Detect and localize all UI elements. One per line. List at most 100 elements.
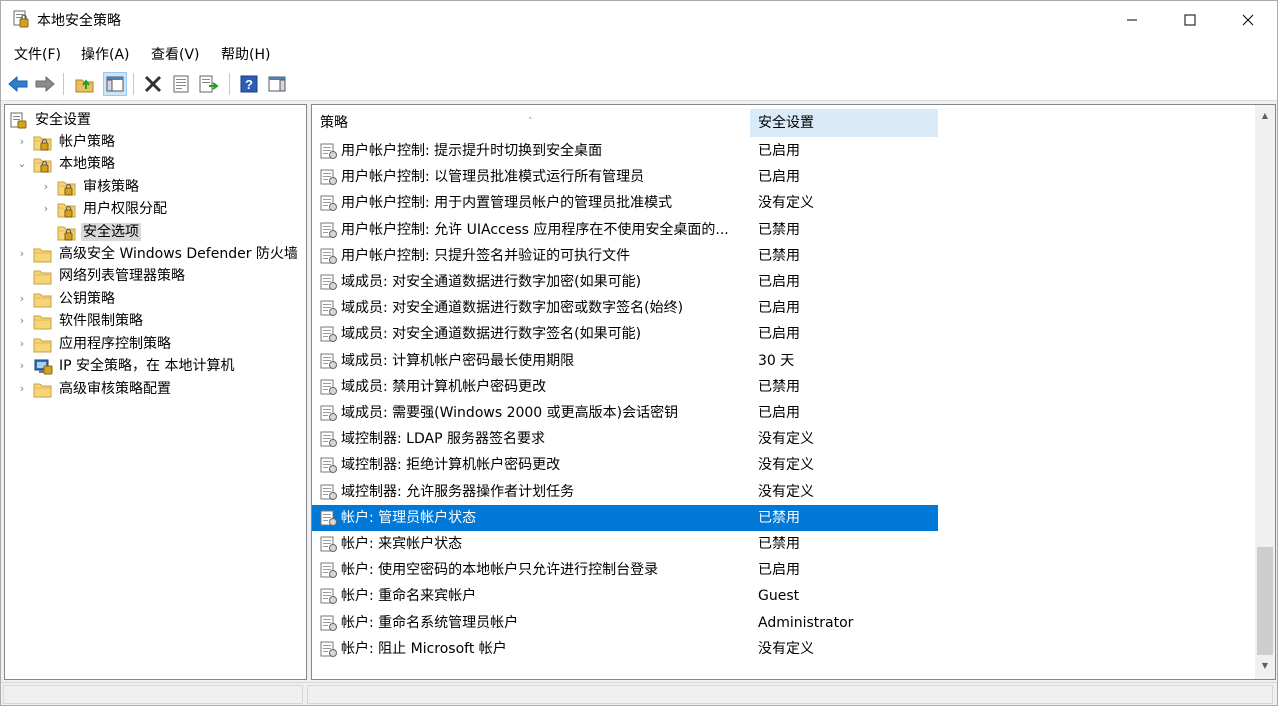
forward-button[interactable] <box>33 72 57 96</box>
locked-folder-icon <box>57 226 76 241</box>
locked-folder-icon <box>33 158 52 173</box>
scroll-up-arrow-icon[interactable]: ▲ <box>1255 107 1275 124</box>
up-one-level-button[interactable] <box>73 72 97 96</box>
policy-row[interactable]: 帐户: 阻止 Microsoft 帐户 没有定义 <box>312 636 938 662</box>
tree-item[interactable]: › 应用程序控制策略 <box>5 333 306 355</box>
console-tree[interactable]: 安全设置 › 帐户策略 ⌄ 本地策略 › 审核策略 › 用户权限分配 安全选项 › 高级安全 Win… <box>4 104 307 680</box>
chevron-right-icon[interactable]: › <box>41 202 51 216</box>
show-action-pane-button[interactable] <box>265 72 289 96</box>
policy-row[interactable]: 帐户: 重命名系统管理员帐户 Administrator <box>312 610 938 636</box>
chevron-right-icon[interactable]: › <box>17 292 27 306</box>
policy-setting-value: 已启用 <box>758 405 800 421</box>
tree-item[interactable]: › IP 安全策略，在 本地计算机 <box>5 355 306 377</box>
tree-item-security-settings[interactable]: 安全设置 <box>5 109 306 131</box>
title-bar[interactable]: 本地安全策略 <box>1 1 1277 39</box>
policy-name: 帐户: 阻止 Microsoft 帐户 <box>341 640 507 657</box>
policy-row[interactable]: 帐户: 管理员帐户状态 已禁用 <box>312 504 938 531</box>
delete-button[interactable] <box>141 72 165 96</box>
show-hide-tree-icon <box>106 76 124 92</box>
policy-row[interactable]: 域成员: 对安全通道数据进行数字加密(如果可能) 已启用 <box>312 269 938 295</box>
policy-row[interactable]: 用户帐户控制: 提示提升时切换到安全桌面 已启用 <box>312 138 938 164</box>
menu-bar: 文件(F) 操作(A) 查看(V) 帮助(H) <box>1 39 1277 67</box>
scrollbar-thumb[interactable] <box>1257 547 1273 655</box>
scroll-down-arrow-icon[interactable]: ▼ <box>1255 657 1275 674</box>
status-bar <box>1 682 1277 705</box>
svg-text:?: ? <box>245 77 253 92</box>
chevron-right-icon[interactable]: › <box>17 382 27 396</box>
show-action-pane-icon <box>268 76 286 92</box>
policy-row[interactable]: 用户帐户控制: 用于内置管理员帐户的管理员批准模式 没有定义 <box>312 190 938 216</box>
chevron-right-icon[interactable]: › <box>17 337 27 351</box>
policy-row[interactable]: 域控制器: 拒绝计算机帐户密码更改 没有定义 <box>312 452 938 478</box>
back-icon <box>8 76 28 92</box>
close-icon <box>1242 14 1254 26</box>
folder-icon <box>33 248 52 263</box>
app-window: 本地安全策略 文件(F) 操作(A) 查看(V) 帮助(H) ? 安全设置 › … <box>0 0 1278 706</box>
tree-item[interactable]: 网络列表管理器策略 <box>5 265 306 287</box>
chevron-right-icon[interactable] <box>17 269 27 283</box>
chevron-right-icon[interactable] <box>41 225 51 239</box>
policy-row[interactable]: 域成员: 计算机帐户密码最长使用期限 30 天 <box>312 348 938 374</box>
policy-row[interactable]: 帐户: 来宾帐户状态 已禁用 <box>312 531 938 557</box>
policy-row[interactable]: 用户帐户控制: 以管理员批准模式运行所有管理员 已启用 <box>312 164 938 190</box>
tree-item[interactable]: › 帐户策略 <box>5 131 306 153</box>
tree-item[interactable]: › 软件限制策略 <box>5 310 306 332</box>
help-button[interactable]: ? <box>237 72 261 96</box>
delete-icon <box>144 75 162 93</box>
column-header-policy[interactable]: 策略 ˄ <box>312 109 750 137</box>
locked-folder-icon <box>57 203 76 218</box>
tree-item[interactable]: › 审核策略 <box>5 176 306 198</box>
chevron-right-icon[interactable]: › <box>17 314 27 328</box>
menu-view[interactable]: 查看(V) <box>151 44 200 64</box>
show-hide-tree-button[interactable] <box>103 72 127 96</box>
tree-item[interactable]: › 高级审核策略配置 <box>5 378 306 400</box>
folder-icon <box>33 338 52 353</box>
policy-name: 帐户: 重命名来宾帐户 <box>341 588 477 605</box>
forward-icon <box>35 76 55 92</box>
chevron-right-icon[interactable]: › <box>17 247 27 261</box>
ip-security-policy-icon <box>34 359 53 375</box>
minimize-button[interactable] <box>1103 1 1161 39</box>
policy-setting-icon <box>320 379 337 395</box>
maximize-button[interactable] <box>1161 1 1219 39</box>
policy-row[interactable]: 域成员: 对安全通道数据进行数字签名(如果可能) 已启用 <box>312 321 938 347</box>
folder-icon <box>33 293 52 308</box>
chevron-right-icon[interactable]: › <box>17 359 27 373</box>
policy-row[interactable]: 帐户: 使用空密码的本地帐户只允许进行控制台登录 已启用 <box>312 557 938 583</box>
close-button[interactable] <box>1219 1 1277 39</box>
policy-setting-icon <box>320 300 337 317</box>
menu-file[interactable]: 文件(F) <box>14 44 61 64</box>
tree-item[interactable]: 安全选项 <box>5 221 306 243</box>
tree-item[interactable]: › 用户权限分配 <box>5 198 306 220</box>
column-header-setting[interactable]: 安全设置 <box>750 109 938 137</box>
policy-row[interactable]: 域成员: 禁用计算机帐户密码更改 已禁用 <box>312 374 938 400</box>
policy-row[interactable]: 域成员: 对安全通道数据进行数字加密或数字签名(始终) 已启用 <box>312 295 938 321</box>
policy-setting-value: 没有定义 <box>758 431 814 448</box>
vertical-scrollbar[interactable]: ▲ ▼ <box>1255 105 1275 679</box>
chevron-right-icon[interactable]: › <box>41 180 51 194</box>
tree-item[interactable]: › 高级安全 Windows Defender 防火墙 <box>5 243 306 265</box>
policy-row[interactable]: 用户帐户控制: 允许 UIAccess 应用程序在不使用安全桌面的... 已禁用 <box>312 217 938 243</box>
policy-name: 域控制器: 拒绝计算机帐户密码更改 <box>341 457 561 474</box>
tree-item-label: 帐户策略 <box>59 134 115 150</box>
policy-setting-value: 已启用 <box>758 274 800 290</box>
policy-setting-icon <box>320 353 337 369</box>
policy-row[interactable]: 域成员: 需要强(Windows 2000 或更高版本)会话密钥 已启用 <box>312 400 938 426</box>
policy-row[interactable]: 用户帐户控制: 只提升签名并验证的可执行文件 已禁用 <box>312 243 938 269</box>
chevron-right-icon[interactable]: › <box>17 135 27 149</box>
folder-icon <box>33 383 52 398</box>
minimize-icon <box>1127 19 1137 21</box>
menu-action[interactable]: 操作(A) <box>81 44 130 64</box>
properties-button[interactable] <box>169 72 193 96</box>
tree-item[interactable]: ⌄ 本地策略 <box>5 153 306 175</box>
back-button[interactable] <box>6 72 30 96</box>
policy-name: 用户帐户控制: 提示提升时切换到安全桌面 <box>341 143 603 159</box>
policy-row[interactable]: 域控制器: LDAP 服务器签名要求 没有定义 <box>312 426 938 452</box>
tree-item[interactable]: › 公钥策略 <box>5 288 306 310</box>
policy-row[interactable]: 域控制器: 允许服务器操作者计划任务 没有定义 <box>312 479 938 505</box>
policy-setting-icon <box>320 431 337 448</box>
chevron-down-icon[interactable]: ⌄ <box>17 157 27 171</box>
policy-row[interactable]: 帐户: 重命名来宾帐户 Guest <box>312 583 938 609</box>
export-list-button[interactable] <box>197 72 221 96</box>
menu-help[interactable]: 帮助(H) <box>221 44 270 64</box>
